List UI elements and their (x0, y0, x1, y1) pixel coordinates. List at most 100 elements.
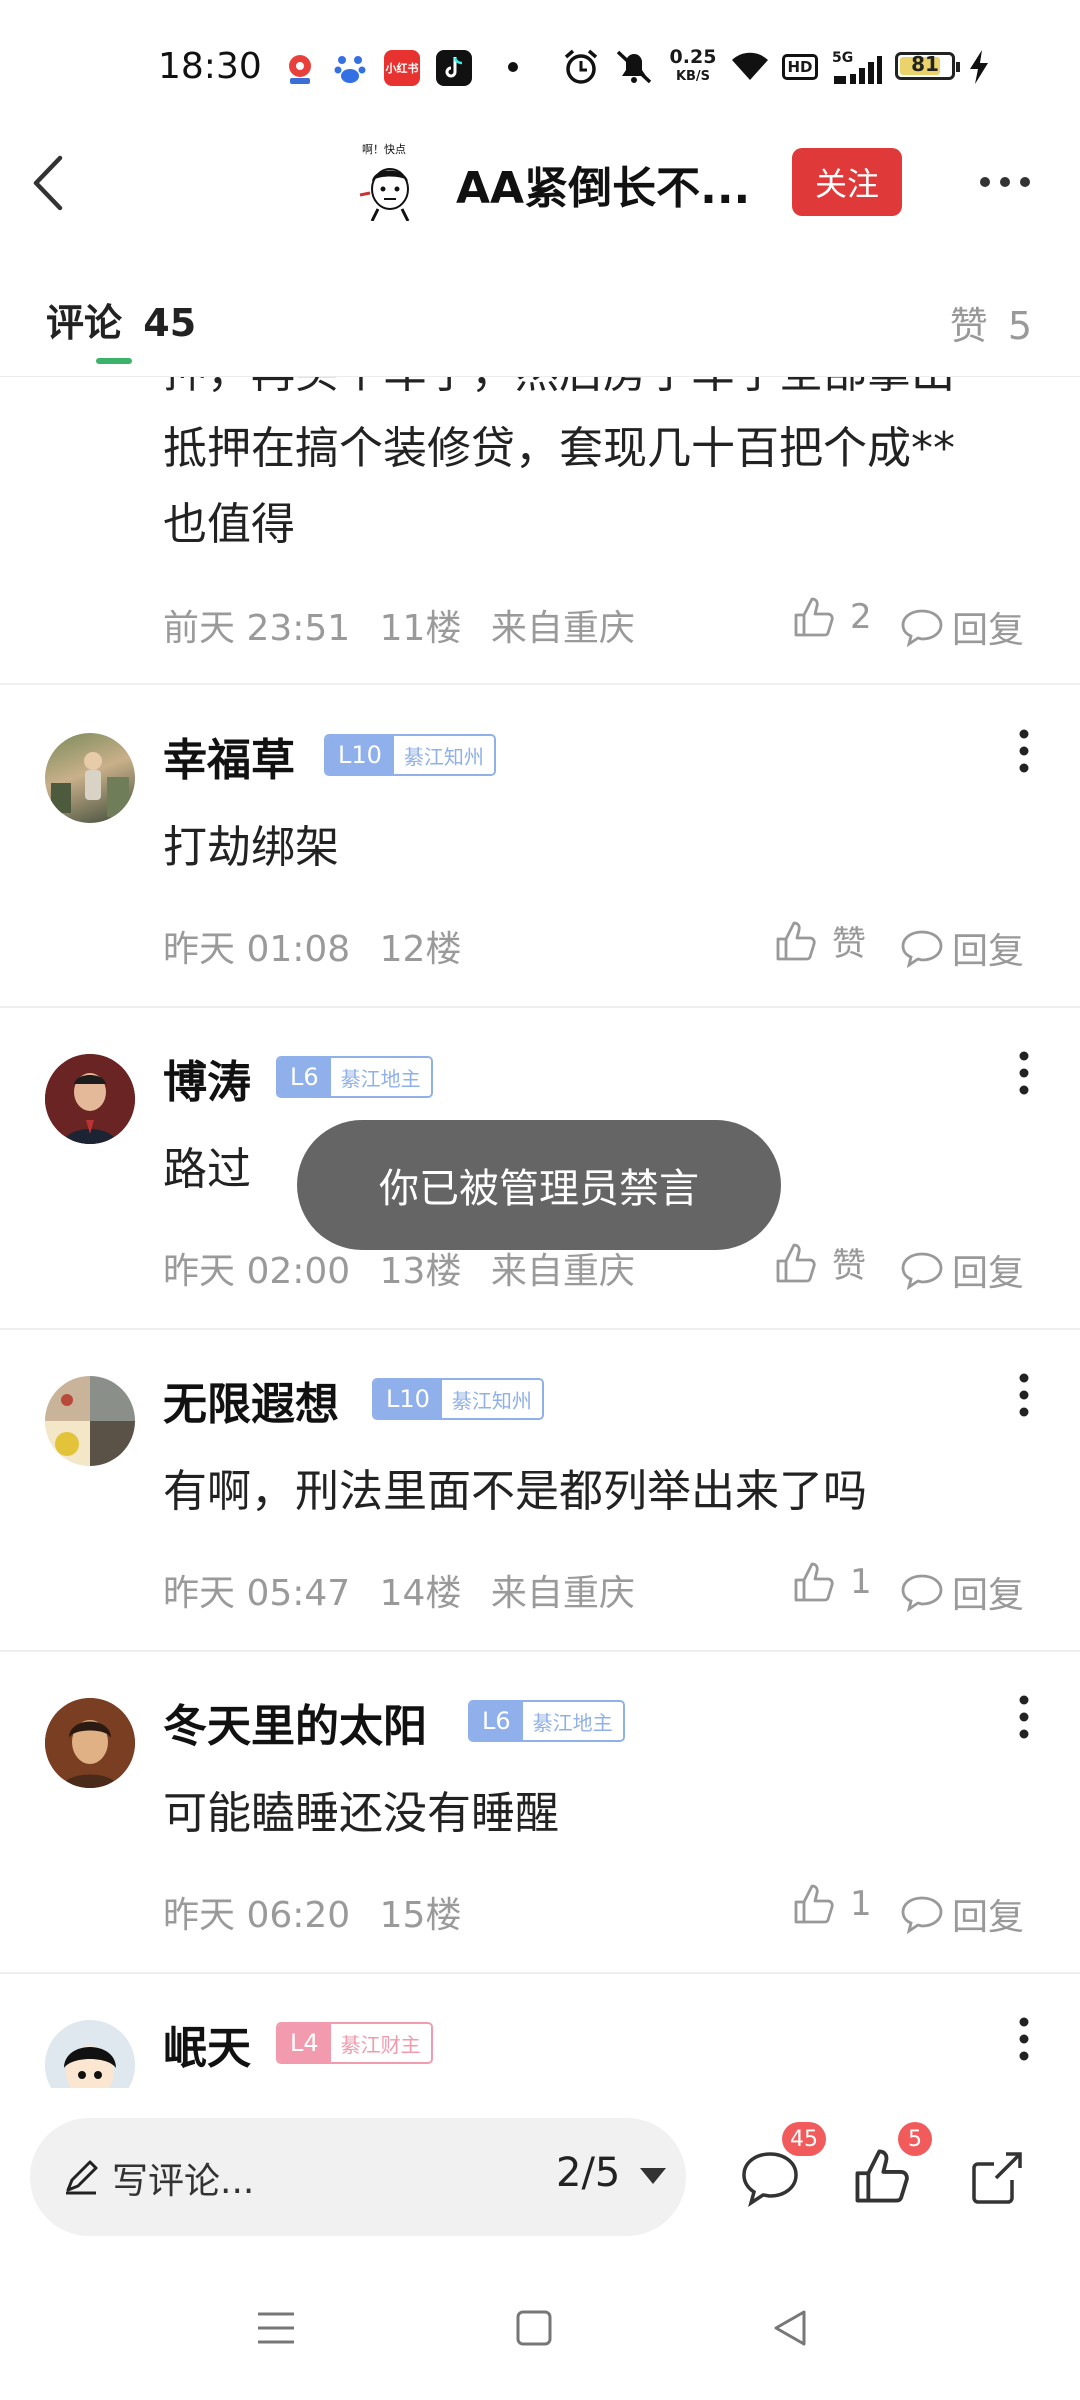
comment-item: 无限遐想 L10 綦江知州 有啊，刑法里面不是都列举出来了吗 昨天 05:47 … (0, 1344, 1080, 1664)
wifi-icon (728, 48, 772, 88)
level-title: 綦江财主 (330, 2024, 431, 2062)
comment-text-line: 也值得 (163, 499, 295, 550)
app-notification-icon-1 (282, 50, 318, 86)
notification-dot-icon (508, 62, 518, 72)
level-badge: L6 綦江地主 (468, 1700, 625, 1742)
avatar[interactable] (45, 1054, 135, 1144)
comment-menu-icon[interactable] (1016, 726, 1032, 776)
page-title: AA紧倒长不... (456, 163, 751, 214)
comment-menu-icon[interactable] (1016, 2014, 1032, 2064)
chevron-down-icon[interactable] (638, 2166, 668, 2190)
share-icon[interactable] (966, 2146, 1028, 2212)
comment-meta: 昨天 05:47 14楼 来自重庆 (163, 1564, 653, 1616)
comments-button[interactable] (738, 2148, 802, 2212)
comment-divider (0, 683, 1080, 685)
level-value: L10 (326, 736, 394, 774)
like-button[interactable]: 赞 (774, 916, 866, 965)
comment-item: 冬天里的太阳 L6 綦江地主 可能瞌睡还没有睡醒 昨天 06:20 15楼 1 … (0, 1666, 1080, 1986)
comment-meta: 前天 23:51 11楼 来自重庆 (163, 599, 653, 651)
avatar[interactable] (45, 2020, 135, 2088)
comment-text: 打劫绑架 (163, 822, 339, 873)
thumbs-up-icon (855, 2149, 909, 2203)
level-value: L6 (470, 1702, 523, 1740)
author-avatar[interactable]: 啊！快点 (352, 143, 424, 222)
thumbs-up-icon (794, 1562, 834, 1602)
home-square-icon[interactable] (514, 2308, 554, 2352)
page-indicator[interactable]: 2/5 (556, 2150, 620, 2196)
comment-time: 昨天 02:00 (163, 1251, 351, 1292)
reply-label: 回复 (952, 1575, 1025, 1616)
like-button[interactable]: 1 (792, 1560, 872, 1604)
reply-bubble-icon (901, 609, 943, 647)
reply-bubble-icon (901, 930, 943, 968)
comment-meta: 昨天 01:08 12楼 (163, 920, 479, 972)
toast-message: 你已被管理员禁言 (297, 1120, 781, 1250)
like-button[interactable]: 2 (792, 595, 872, 639)
reply-bubble-icon (901, 1896, 943, 1934)
tab-comments[interactable]: 评论 45 (46, 292, 196, 347)
charging-icon (968, 50, 990, 88)
level-value: L6 (278, 1058, 331, 1096)
reply-button[interactable]: 回复 (900, 1888, 1024, 1940)
like-count: 1 (850, 1884, 872, 1924)
status-time: 18:30 (158, 46, 262, 87)
level-title: 綦江知州 (393, 736, 494, 774)
commenter-name[interactable]: 冬天里的太阳 (163, 1690, 427, 1754)
comment-text: 可能瞌睡还没有睡醒 (163, 1788, 559, 1839)
comment-menu-icon[interactable] (1016, 1048, 1032, 1098)
commenter-name[interactable]: 博涛 (163, 1046, 251, 1110)
comment-floor: 14楼 (379, 1573, 462, 1614)
comment-location: 来自重庆 (490, 608, 635, 649)
network-speed-value: 0.25 (669, 46, 717, 68)
reply-button[interactable]: 回复 (900, 922, 1024, 974)
commenter-name[interactable]: 幸福草 (163, 724, 295, 788)
comment-menu-icon[interactable] (1016, 1370, 1032, 1420)
alarm-icon (562, 48, 600, 90)
reply-label: 回复 (952, 1253, 1025, 1294)
comment-floor: 15楼 (379, 1895, 462, 1936)
commenter-name[interactable]: 无限遐想 (163, 1368, 339, 1432)
tab-likes-label: 赞 (949, 304, 988, 348)
follow-button[interactable]: 关注 (792, 148, 902, 216)
reply-button[interactable]: 回复 (900, 601, 1024, 653)
comment-input-placeholder: 写评论... (112, 2161, 255, 2202)
comment-menu-icon[interactable] (1016, 1692, 1032, 1742)
level-title: 綦江地主 (330, 1058, 431, 1096)
like-count: 1 (850, 1562, 872, 1602)
avatar[interactable] (45, 733, 135, 823)
reply-button[interactable]: 回复 (900, 1566, 1024, 1618)
reply-label: 回复 (952, 610, 1025, 651)
thumbs-up-icon (776, 1243, 816, 1282)
reply-bubble-icon (901, 1574, 943, 1612)
avatar[interactable] (45, 1376, 135, 1466)
avatar[interactable] (45, 1698, 135, 1788)
like-post-button[interactable] (852, 2146, 912, 2210)
back-triangle-icon[interactable] (770, 2308, 810, 2352)
like-button[interactable]: 赞 (774, 1238, 866, 1287)
thumbs-up-icon (794, 597, 834, 637)
reply-button[interactable]: 回复 (900, 1244, 1024, 1296)
hd-icon: HD (782, 54, 818, 80)
level-badge: L6 綦江地主 (276, 1056, 433, 1098)
comment-text: 有啊，刑法里面不是都列举出来了吗 (163, 1466, 867, 1517)
comment-count-badge: 45 (782, 2122, 826, 2156)
comment-location: 来自重庆 (490, 1251, 635, 1292)
like-count: 2 (850, 597, 872, 637)
pencil-icon (62, 2156, 102, 2200)
more-options-icon[interactable] (975, 170, 1035, 194)
author-avatar-caption: 啊！快点 (362, 143, 406, 156)
comment-time: 前天 23:51 (163, 608, 351, 649)
level-badge: L10 綦江知州 (372, 1378, 544, 1420)
comment-bubble-icon (742, 2152, 798, 2208)
back-arrow-icon[interactable] (28, 148, 78, 218)
comment-time: 昨天 06:20 (163, 1895, 351, 1936)
comment-divider (0, 1650, 1080, 1652)
baidu-icon (332, 50, 368, 86)
menu-icon[interactable] (256, 2310, 296, 2350)
tab-comments-label: 评论 (46, 301, 123, 345)
like-button[interactable]: 1 (792, 1882, 872, 1926)
tab-likes[interactable]: 赞 5 (950, 295, 1032, 350)
commenter-name[interactable]: 岷天 (163, 2012, 251, 2076)
battery-level: 81 (911, 52, 939, 76)
reply-label: 回复 (952, 931, 1025, 972)
